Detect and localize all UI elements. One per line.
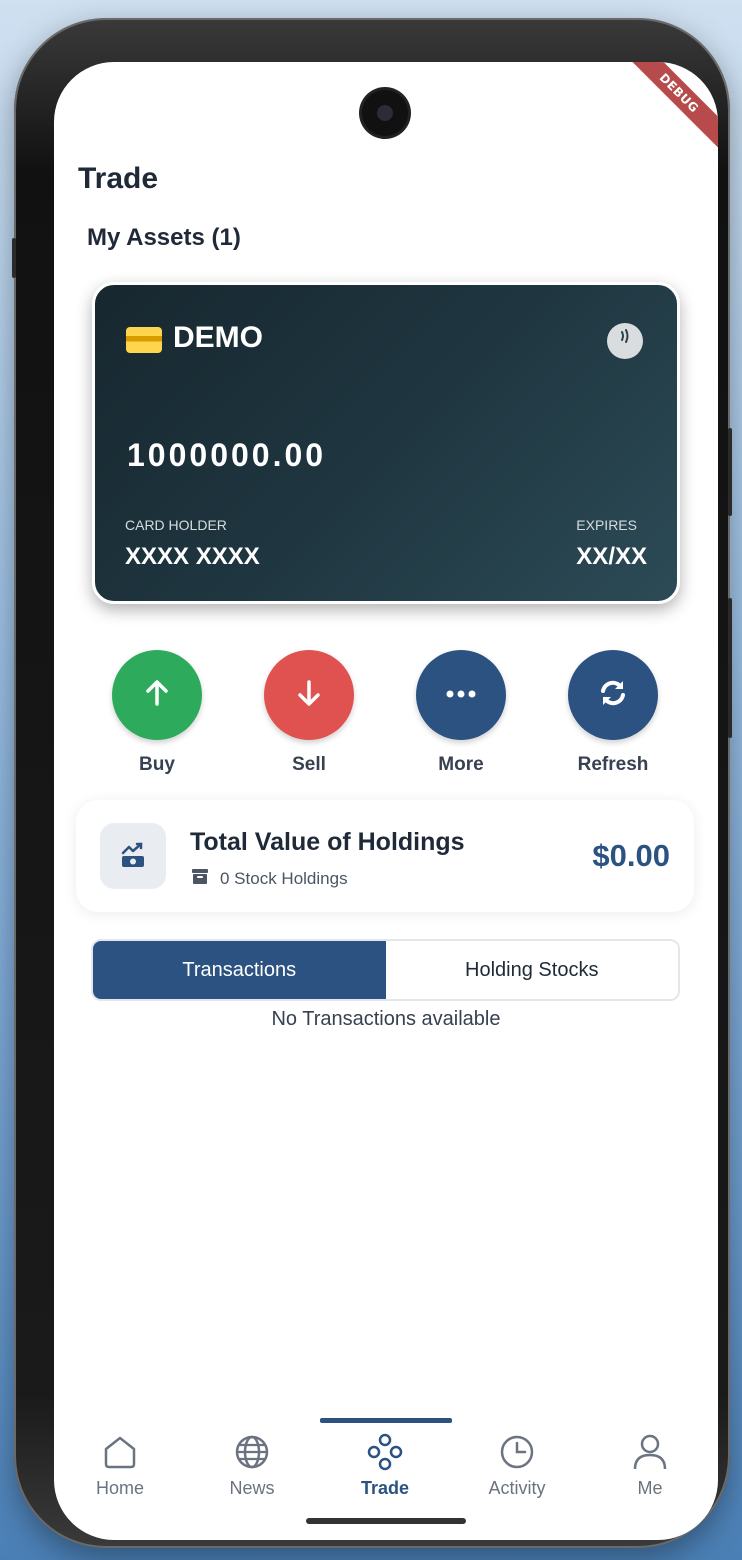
app-screen: DEBUG Trade My Assets (1) DEMO 1000000.0… [54,62,718,1540]
holdings-subtitle-row: 0 Stock Holdings [190,866,348,891]
globe-icon [197,1430,307,1474]
holdings-subtitle: 0 Stock Holdings [220,868,348,888]
volume-button [728,428,732,516]
tab-bar: Transactions Holding Stocks [91,939,680,1001]
money-chart-icon [100,823,166,889]
refresh-button[interactable]: Refresh [553,650,673,776]
card-expires-label: EXPIRES [576,517,637,533]
credit-card-icon [126,327,162,353]
card-expires-value: XX/XX [576,543,647,570]
person-icon [595,1430,705,1474]
nav-item-me[interactable]: Me [595,1430,705,1499]
holdings-title: Total Value of Holdings [190,828,465,856]
nav-item-trade[interactable]: Trade [330,1430,440,1499]
nav-label-activity: Activity [488,1478,546,1498]
contactless-icon [607,323,643,359]
nav-label-me: Me [637,1478,663,1498]
nav-item-home[interactable]: Home [65,1430,175,1499]
sell-label: Sell [292,754,326,775]
home-icon [65,1430,175,1474]
card-name: DEMO [173,321,263,354]
holdings-value: $0.00 [592,838,670,873]
empty-transactions-message: No Transactions available [271,1008,501,1030]
phone-frame: DEBUG Trade My Assets (1) DEMO 1000000.0… [12,18,732,1548]
buy-label: Buy [139,754,175,775]
buy-button-circle[interactable] [112,650,202,740]
refresh-icon [596,676,630,715]
refresh-label: Refresh [577,754,649,775]
refresh-button-circle[interactable] [568,650,658,740]
arrow-down-icon [292,676,326,715]
front-camera [362,90,408,136]
holdings-summary-card[interactable]: Total Value of Holdings 0 Stock Holdings… [76,800,694,912]
asset-card[interactable]: DEMO 1000000.00 CARD HOLDER XXXX XXXX EX… [92,282,680,604]
clock-icon [462,1430,572,1474]
nav-item-news[interactable]: News [197,1430,307,1499]
nav-label-trade: Trade [360,1478,410,1498]
arrow-up-icon [140,676,174,715]
nav-label-news: News [229,1478,275,1498]
sell-button-circle[interactable] [264,650,354,740]
page-title: Trade [78,162,159,195]
sell-button[interactable]: Sell [249,650,369,776]
power-button [728,598,732,738]
buy-button[interactable]: Buy [97,650,217,776]
archive-icon [190,866,210,891]
more-dots-icon [444,686,478,704]
card-holder-value: XXXX XXXX [125,543,260,570]
active-tab-indicator [320,1418,452,1423]
left-button [12,238,16,278]
card-balance: 1000000.00 [127,437,327,473]
nav-label-home: Home [95,1478,144,1498]
tab-holding-stocks[interactable]: Holding Stocks [385,941,678,999]
more-label: More [438,754,484,775]
nav-item-activity[interactable]: Activity [462,1430,572,1499]
card-holder-label: CARD HOLDER [125,517,227,533]
debug-banner: DEBUG [611,62,718,161]
tab-transactions[interactable]: Transactions [93,941,386,999]
home-indicator-bar[interactable] [306,1518,466,1524]
more-button-circle[interactable] [416,650,506,740]
trade-icon [330,1430,440,1474]
more-button[interactable]: More [401,650,521,776]
assets-section-title: My Assets (1) [87,224,241,251]
